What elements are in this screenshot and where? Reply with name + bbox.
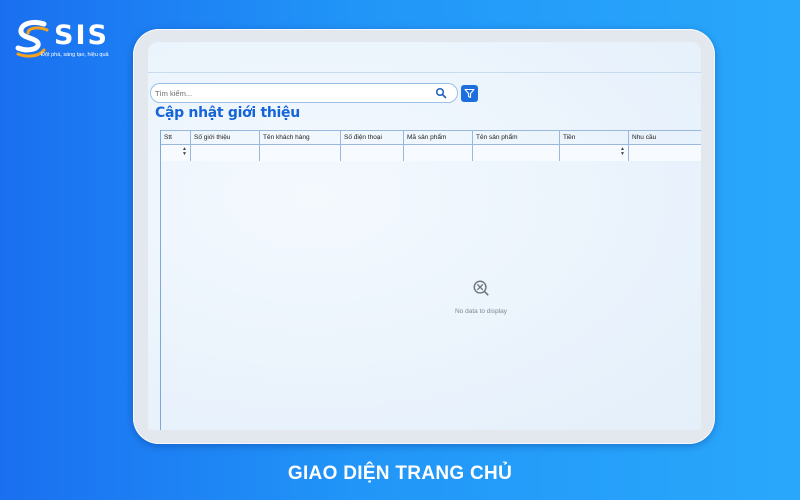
sis-logo: SIS Đột phá, sáng tạo, hiệu quả: [14, 18, 124, 64]
data-grid: Stt Số giới thiệu Tên khách hàng Số điện…: [160, 130, 701, 430]
filter-cell-stt[interactable]: ▲ ▼: [161, 145, 191, 161]
filter-cell-tien[interactable]: ▲ ▼: [560, 145, 629, 161]
search-input[interactable]: [155, 86, 425, 100]
column-header-ten-san-pham[interactable]: Tên sản phẩm: [473, 131, 560, 145]
page-title: Cập nhật giới thiệu: [155, 105, 300, 121]
filter-cell-so-dien-thoai[interactable]: [341, 145, 404, 161]
filter-cell-ten-khach-hang[interactable]: [260, 145, 341, 161]
column-header-stt[interactable]: Stt: [161, 131, 191, 145]
filter-row: ▲ ▼ ▲ ▼: [161, 145, 701, 161]
brand-name: SIS: [54, 20, 109, 51]
filter-cell-so-gioi-thieu[interactable]: [191, 145, 260, 161]
spinner-arrows-icon[interactable]: ▲ ▼: [620, 147, 625, 157]
column-header-tien[interactable]: Tiền: [560, 131, 629, 145]
column-header-ten-khach-hang[interactable]: Tên khách hàng: [260, 131, 341, 145]
filter-icon: [464, 88, 475, 99]
caption: GIAO DIỆN TRANG CHỦ: [287, 463, 513, 484]
grid-header: Stt Số giới thiệu Tên khách hàng Số điện…: [161, 131, 701, 145]
spinner-arrows-icon[interactable]: ▲ ▼: [182, 147, 187, 157]
filter-cell-ten-san-pham[interactable]: [473, 145, 560, 161]
column-header-so-gioi-thieu[interactable]: Số giới thiệu: [191, 131, 260, 145]
no-data-icon: [473, 280, 489, 296]
empty-message: No data to display: [454, 308, 508, 315]
filter-button[interactable]: [461, 85, 478, 102]
filter-cell-nhu-cau[interactable]: [629, 145, 701, 161]
filter-cell-ma-san-pham[interactable]: [404, 145, 473, 161]
column-header-ma-san-pham[interactable]: Mã sản phẩm: [404, 131, 473, 145]
search-icon[interactable]: [435, 87, 447, 99]
brand-slogan: Đột phá, sáng tạo, hiệu quả: [41, 52, 109, 58]
column-header-so-dien-thoai[interactable]: Số điện thoại: [341, 131, 404, 145]
header-divider: [148, 72, 701, 73]
search-box[interactable]: [150, 83, 458, 103]
column-header-nhu-cau[interactable]: Nhu cầu: [629, 131, 701, 145]
app-screen: Cập nhật giới thiệu Stt Số giới thiệu Tê…: [148, 42, 701, 430]
empty-state: No data to display: [441, 279, 521, 318]
